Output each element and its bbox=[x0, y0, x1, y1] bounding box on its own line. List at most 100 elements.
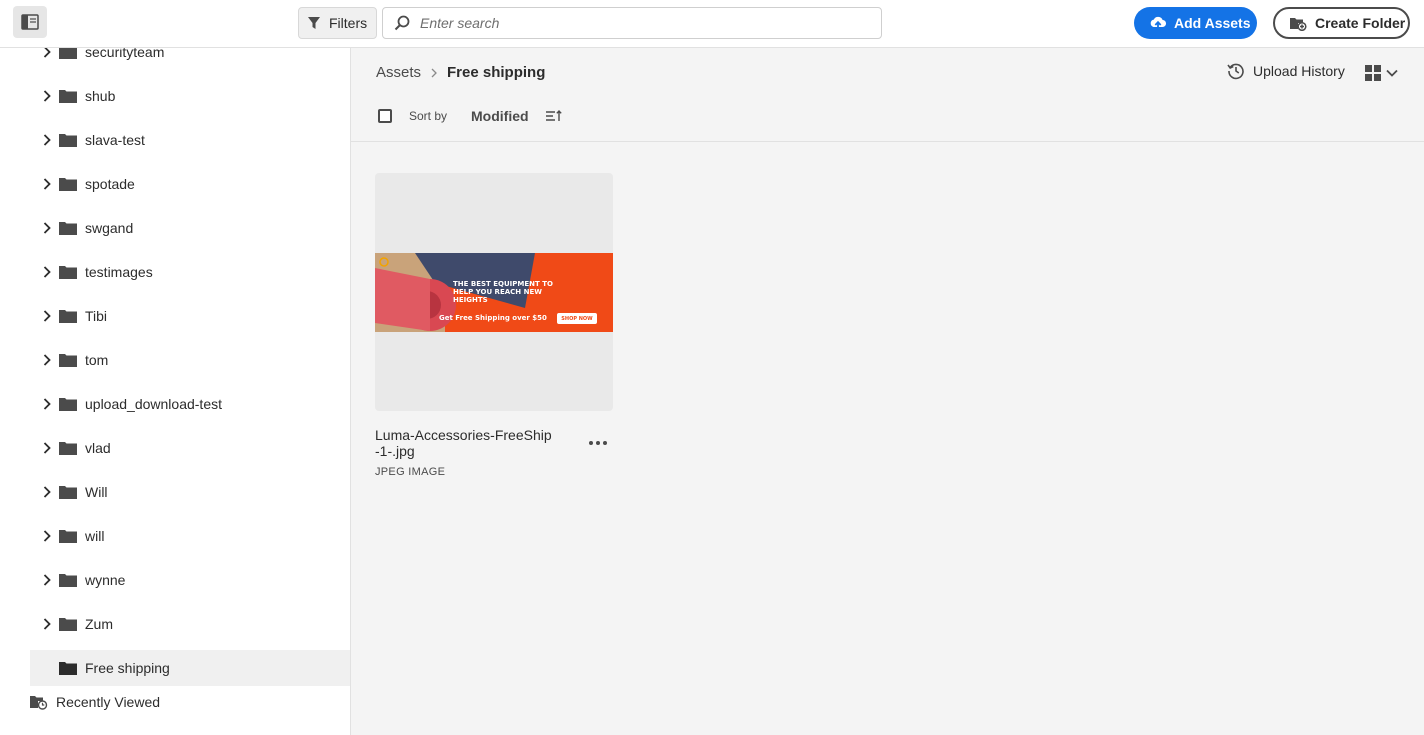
chevron-right-icon[interactable] bbox=[40, 309, 54, 323]
folder-icon bbox=[59, 573, 77, 587]
folder-tree-item[interactable]: shub bbox=[30, 78, 350, 114]
folder-tree-item[interactable]: upload_download-test bbox=[30, 386, 350, 422]
folder-icon bbox=[59, 177, 77, 191]
folder-tree-item[interactable]: wynne bbox=[30, 562, 350, 598]
folder-icon bbox=[59, 133, 77, 147]
breadcrumb-current: Free shipping bbox=[447, 64, 546, 81]
folder-label: wynne bbox=[85, 572, 126, 588]
folder-icon bbox=[59, 265, 77, 279]
asset-thumbnail[interactable]: THE BEST EQUIPMENT TO HELP YOU REACH NEW… bbox=[375, 173, 613, 411]
chevron-right-icon[interactable] bbox=[40, 265, 54, 279]
sort-field-dropdown[interactable]: Modified bbox=[471, 108, 529, 124]
sort-direction-button[interactable] bbox=[545, 109, 563, 123]
view-switcher-button[interactable] bbox=[1364, 64, 1398, 82]
chevron-right-icon[interactable] bbox=[40, 48, 54, 59]
breadcrumb: Assets Free shipping bbox=[376, 64, 545, 81]
asset-title-row: Luma-Accessories-FreeShip -1-.jpg bbox=[375, 427, 613, 459]
folder-tree-item-selected[interactable]: Free shipping bbox=[30, 650, 350, 686]
more-actions-button[interactable] bbox=[586, 435, 609, 451]
folder-tree-panel: securityteam shub slava-test spotade swg… bbox=[0, 48, 351, 735]
folder-tree-item[interactable]: testimages bbox=[30, 254, 350, 290]
upload-history-button[interactable]: Upload History bbox=[1227, 62, 1345, 80]
select-all-checkbox[interactable] bbox=[378, 109, 392, 123]
folder-label: tom bbox=[85, 352, 109, 368]
recently-viewed-link[interactable]: Recently Viewed bbox=[30, 694, 160, 710]
upload-history-label: Upload History bbox=[1253, 63, 1345, 79]
folder-tree-item[interactable]: will bbox=[30, 518, 350, 554]
chevron-right-icon[interactable] bbox=[40, 485, 54, 499]
folder-tree-item[interactable]: slava-test bbox=[30, 122, 350, 158]
folder-label: Tibi bbox=[85, 308, 108, 324]
folder-label: swgand bbox=[85, 220, 134, 236]
folder-tree-item[interactable]: vlad bbox=[30, 430, 350, 466]
banner-image: THE BEST EQUIPMENT TO HELP YOU REACH NEW… bbox=[375, 253, 613, 332]
folder-label: vlad bbox=[85, 440, 111, 456]
folder-icon bbox=[59, 485, 77, 499]
cloud-upload-icon bbox=[1150, 16, 1167, 30]
folder-tree-item[interactable]: spotade bbox=[30, 166, 350, 202]
chevron-right-icon[interactable] bbox=[40, 177, 54, 191]
folder-icon bbox=[59, 661, 77, 675]
folder-label: Will bbox=[85, 484, 108, 500]
sort-bar: Sort by Modified bbox=[378, 108, 563, 124]
folder-icon bbox=[59, 529, 77, 543]
folder-label: slava-test bbox=[85, 132, 145, 148]
folder-tree-item[interactable]: securityteam bbox=[30, 48, 350, 70]
history-icon bbox=[1227, 63, 1244, 80]
folder-add-icon bbox=[1290, 18, 1307, 31]
sort-by-label: Sort by bbox=[409, 109, 448, 123]
folder-label: spotade bbox=[85, 176, 135, 192]
asset-type: JPEG IMAGE bbox=[375, 466, 446, 478]
folder-tree-item[interactable]: Tibi bbox=[30, 298, 350, 334]
folder-tree-item[interactable]: Zum bbox=[30, 606, 350, 642]
chevron-right-icon[interactable] bbox=[40, 397, 54, 411]
chevron-right-icon[interactable] bbox=[40, 441, 54, 455]
banner-cta: SHOP NOW bbox=[557, 313, 597, 324]
folder-tree-item[interactable]: swgand bbox=[30, 210, 350, 246]
breadcrumb-assets[interactable]: Assets bbox=[376, 64, 421, 81]
chevron-right-icon[interactable] bbox=[40, 573, 54, 587]
add-assets-label: Add Assets bbox=[1174, 15, 1251, 31]
content-header: Assets Free shipping Upload History Sort… bbox=[351, 48, 1424, 142]
folder-tree-item[interactable]: Will bbox=[30, 474, 350, 510]
folder-label: upload_download-test bbox=[85, 396, 222, 412]
more-icon bbox=[588, 441, 607, 445]
search-icon bbox=[394, 15, 410, 31]
recent-folder-icon bbox=[30, 696, 48, 710]
folder-icon bbox=[59, 353, 77, 367]
create-folder-button[interactable]: Create Folder bbox=[1273, 7, 1410, 39]
folder-icon bbox=[59, 441, 77, 455]
folder-label: Zum bbox=[85, 616, 113, 632]
folder-icon bbox=[59, 89, 77, 103]
folder-icon bbox=[59, 48, 77, 59]
folder-tree-item[interactable]: tom bbox=[30, 342, 350, 378]
folder-label: testimages bbox=[85, 264, 153, 280]
folder-icon bbox=[59, 397, 77, 411]
folder-icon bbox=[59, 309, 77, 323]
search-box bbox=[382, 7, 882, 39]
rail-toggle-button[interactable] bbox=[13, 6, 47, 38]
main-content: Assets Free shipping Upload History Sort… bbox=[351, 48, 1424, 735]
chevron-right-icon[interactable] bbox=[40, 133, 54, 147]
folder-label: Free shipping bbox=[85, 660, 170, 676]
chevron-right-icon[interactable] bbox=[40, 529, 54, 543]
sort-ascending-icon bbox=[545, 109, 562, 121]
chevron-down-icon bbox=[1386, 69, 1398, 77]
filter-icon bbox=[308, 17, 320, 29]
search-input[interactable] bbox=[420, 15, 850, 31]
chevron-right-icon[interactable] bbox=[40, 221, 54, 235]
folder-label: securityteam bbox=[85, 48, 165, 60]
folder-label: shub bbox=[85, 88, 116, 104]
asset-card[interactable]: THE BEST EQUIPMENT TO HELP YOU REACH NEW… bbox=[375, 173, 613, 478]
chevron-right-icon[interactable] bbox=[40, 353, 54, 367]
filters-button[interactable]: Filters bbox=[298, 7, 377, 39]
folder-icon bbox=[59, 617, 77, 631]
add-assets-button[interactable]: Add Assets bbox=[1134, 7, 1257, 39]
banner-headline: THE BEST EQUIPMENT TO HELP YOU REACH NEW… bbox=[453, 280, 553, 304]
grid-view-icon bbox=[1365, 65, 1381, 81]
filters-label: Filters bbox=[329, 15, 368, 31]
recently-viewed-label: Recently Viewed bbox=[56, 694, 161, 710]
chevron-right-icon[interactable] bbox=[40, 617, 54, 631]
chevron-right-icon[interactable] bbox=[40, 89, 54, 103]
asset-name[interactable]: Luma-Accessories-FreeShip -1-.jpg bbox=[375, 427, 586, 459]
